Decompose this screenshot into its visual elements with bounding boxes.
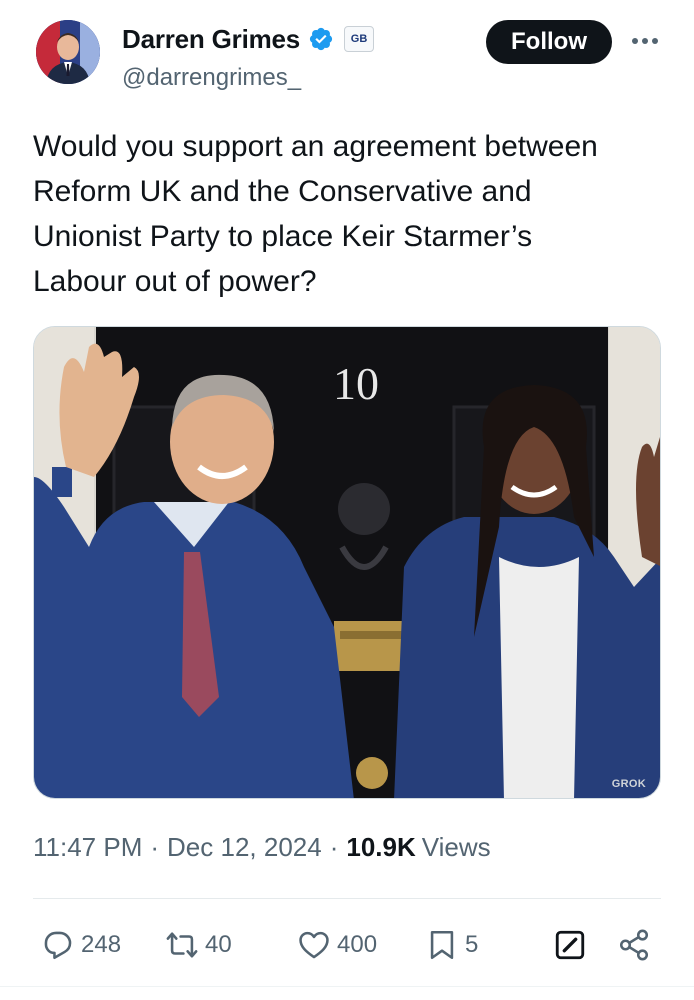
edit-box-icon [555,930,585,960]
grok-watermark: GROK [611,778,646,790]
follow-button[interactable]: Follow [486,20,612,64]
bookmark-count: 5 [465,931,479,958]
bookmark-button[interactable]: 5 [425,920,478,970]
views-label: Views [421,832,491,862]
divider [33,898,661,899]
name-row: Darren Grimes GB [122,22,375,56]
share-icon [619,929,649,961]
reply-count: 248 [81,931,122,958]
tweet-time[interactable]: 11:47 PM [33,832,142,863]
tweet-text: Would you support an agreement between R… [33,130,598,298]
avatar[interactable] [36,20,100,84]
repost-button[interactable]: 40 [165,920,232,970]
repost-icon [166,932,198,958]
tweet-date[interactable]: Dec 12, 2024 [167,832,322,863]
repost-count: 40 [205,931,232,958]
reply-icon [44,931,72,960]
door-number: 10 [333,358,379,409]
like-count: 400 [337,931,378,958]
display-name[interactable]: Darren Grimes [122,24,300,55]
tweet-meta: 11:47 PM · Dec 12, 2024 · 10.9K Views [33,832,491,863]
action-bar: 248 40 400 5 [33,920,661,970]
meta-separator: · [150,832,160,862]
tweet-image[interactable]: 10 GROK [33,326,661,799]
meta-separator: · [329,832,339,862]
bottom-divider [0,986,694,987]
edit-button[interactable] [553,920,587,970]
heart-icon [299,931,329,959]
share-button[interactable] [617,920,651,970]
handle[interactable]: @darrengrimes_ [122,64,301,92]
like-button[interactable]: 400 [297,920,377,970]
views-count[interactable]: 10.9K [346,832,415,863]
more-horizontal-icon[interactable] [628,26,662,56]
affiliation-badge[interactable]: GB [344,26,375,52]
tweet-header: Darren Grimes GB @darrengrimes_ Follow [36,18,662,98]
verified-badge-icon [309,27,333,51]
reply-button[interactable]: 248 [41,920,121,970]
bookmark-icon [430,930,454,960]
